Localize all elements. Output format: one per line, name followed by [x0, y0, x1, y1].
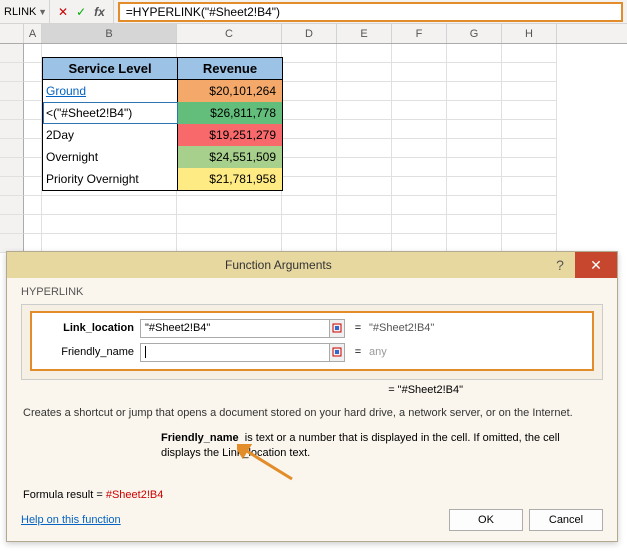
dialog-title: Function Arguments: [225, 258, 332, 272]
col-header-f[interactable]: F: [392, 24, 447, 43]
accept-formula-icon[interactable]: ✓: [76, 5, 86, 19]
help-icon[interactable]: ?: [545, 257, 575, 273]
data-table: Service Level Revenue Ground $20,101,264…: [42, 57, 283, 191]
dialog-titlebar[interactable]: Function Arguments ? ✕: [7, 252, 617, 278]
result-line: = "#Sheet2!B4": [21, 384, 603, 396]
col-header-d[interactable]: D: [282, 24, 337, 43]
cell-overnight[interactable]: Overnight: [43, 146, 178, 168]
cell-priority-rev[interactable]: $21,781,958: [178, 168, 282, 190]
help-link[interactable]: Help on this function: [21, 514, 121, 526]
col-header-a[interactable]: A: [24, 24, 42, 43]
formula-result: Formula result = #Sheet2!B4: [23, 489, 601, 501]
formula-result-value: #Sheet2!B4: [106, 489, 164, 501]
col-header-c[interactable]: C: [177, 24, 282, 43]
argument-description: Friendly_name is text or a number that i…: [161, 431, 601, 461]
formula-text: =HYPERLINK("#Sheet2!B4"): [126, 5, 280, 19]
ok-button[interactable]: OK: [449, 509, 523, 531]
fx-icon[interactable]: fx: [94, 5, 105, 19]
range-picker-icon[interactable]: [329, 319, 345, 338]
function-arguments-dialog: Function Arguments ? ✕ HYPERLINK Link_lo…: [6, 251, 618, 542]
col-header-h[interactable]: H: [502, 24, 557, 43]
cell-2day[interactable]: 2Day: [43, 124, 178, 146]
col-header-b[interactable]: B: [42, 24, 177, 43]
function-name: HYPERLINK: [21, 286, 603, 298]
cell-editing[interactable]: <("#Sheet2!B4"): [43, 102, 178, 124]
arg-label-link-location: Link_location: [36, 322, 140, 334]
cell-editing-rev[interactable]: $26,811,778: [178, 102, 282, 124]
name-box-text: RLINK: [4, 6, 36, 18]
arg-label-friendly-name: Friendly_name: [36, 346, 140, 358]
cancel-formula-icon[interactable]: ✕: [58, 5, 68, 19]
arg-input-friendly-name[interactable]: [140, 343, 330, 362]
column-headers: A B C D E F G H: [0, 24, 627, 44]
name-box[interactable]: RLINK ▼: [0, 0, 50, 23]
arg-input-link-location[interactable]: "#Sheet2!B4": [140, 319, 330, 338]
cell-ground-rev[interactable]: $20,101,264: [178, 80, 282, 102]
range-picker-icon[interactable]: [329, 343, 345, 362]
dropdown-icon[interactable]: ▼: [38, 7, 47, 17]
cell-ground[interactable]: Ground: [43, 80, 178, 102]
annotation-arrow-icon: [237, 444, 297, 487]
close-icon[interactable]: ✕: [575, 252, 617, 278]
cell-overnight-rev[interactable]: $24,551,509: [178, 146, 282, 168]
table-header-revenue[interactable]: Revenue: [178, 58, 282, 79]
function-description: Creates a shortcut or jump that opens a …: [23, 406, 601, 421]
table-header-service[interactable]: Service Level: [43, 58, 178, 79]
cell-priority[interactable]: Priority Overnight: [43, 168, 178, 190]
col-header-g[interactable]: G: [447, 24, 502, 43]
col-header-e[interactable]: E: [337, 24, 392, 43]
cancel-button[interactable]: Cancel: [529, 509, 603, 531]
cell-2day-rev[interactable]: $19,251,279: [178, 124, 282, 146]
arg-result-friendly-name: any: [369, 346, 387, 358]
formula-bar[interactable]: =HYPERLINK("#Sheet2!B4"): [118, 2, 623, 22]
arg-result-link-location: "#Sheet2!B4": [369, 322, 434, 334]
